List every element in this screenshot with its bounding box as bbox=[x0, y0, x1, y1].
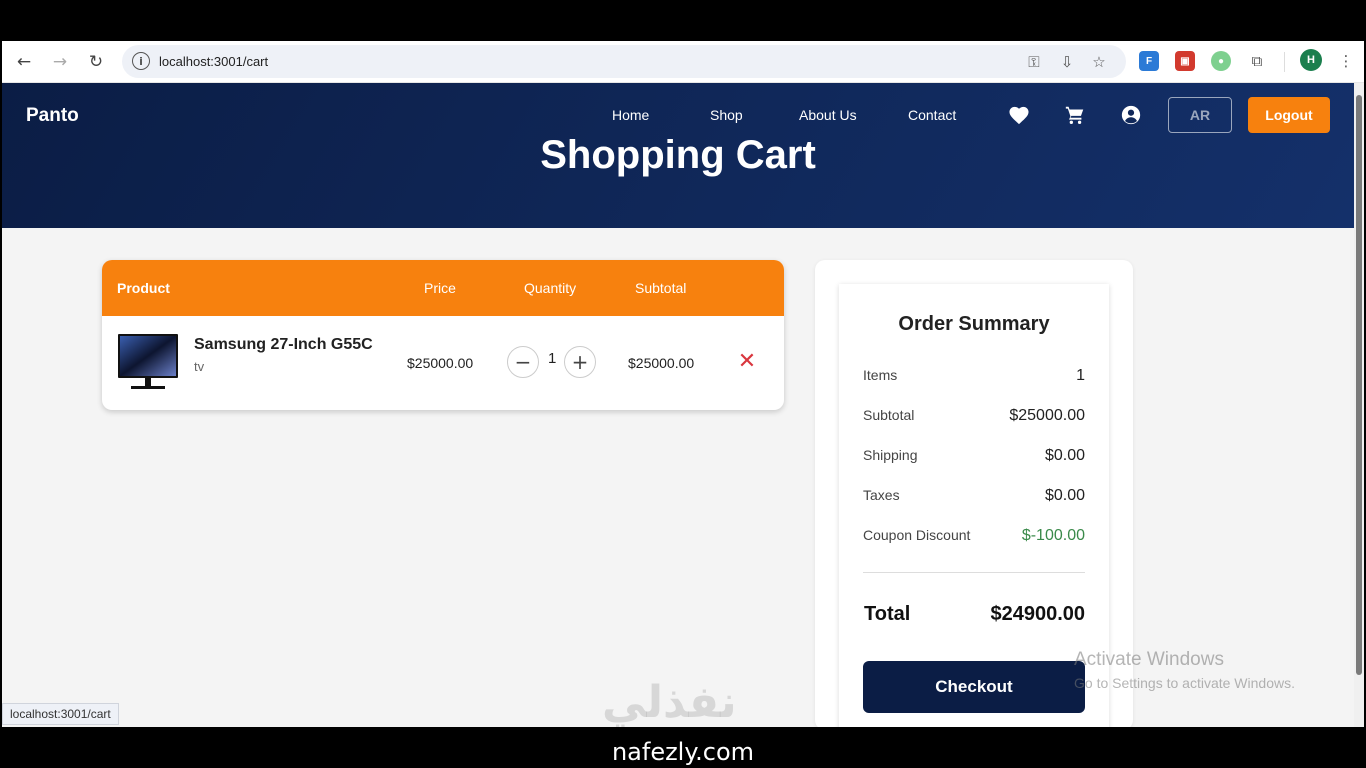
column-subtotal: Subtotal bbox=[635, 280, 687, 296]
nav-home[interactable]: Home bbox=[612, 107, 649, 123]
summary-items-label: Items bbox=[863, 367, 898, 383]
product-image[interactable] bbox=[117, 332, 179, 392]
order-summary-card: Order Summary Items 1 Subtotal $25000.00… bbox=[839, 284, 1109, 727]
summary-items-value: 1 bbox=[1076, 367, 1085, 384]
page-header: Panto Home Shop About Us Contact AR Logo… bbox=[2, 83, 1354, 228]
summary-coupon-label: Coupon Discount bbox=[863, 527, 971, 543]
increase-quantity-button[interactable]: + bbox=[564, 346, 596, 378]
total-value: $24900.00 bbox=[990, 603, 1085, 625]
browser-window: ← → ↻ i localhost:3001/cart ⚿ ⇩ ☆ F ▣ ● … bbox=[2, 41, 1364, 727]
summary-subtotal-value: $25000.00 bbox=[1009, 407, 1085, 424]
summary-shipping-value: $0.00 bbox=[1044, 447, 1085, 464]
product-name[interactable]: Samsung 27-Inch G55C bbox=[194, 336, 373, 354]
column-product: Product bbox=[117, 280, 170, 296]
forward-icon[interactable]: → bbox=[47, 49, 73, 75]
nav-contact[interactable]: Contact bbox=[908, 107, 956, 123]
decrease-quantity-button[interactable]: − bbox=[507, 346, 539, 378]
account-icon[interactable] bbox=[1119, 103, 1143, 127]
profile-avatar[interactable]: H bbox=[1300, 49, 1322, 71]
summary-divider bbox=[863, 572, 1085, 573]
language-button[interactable]: AR bbox=[1168, 97, 1232, 133]
page-title: Shopping Cart bbox=[540, 133, 816, 177]
page-scrollbar[interactable] bbox=[1354, 83, 1364, 727]
cart-table-header: Product Price Quantity Subtotal bbox=[102, 260, 784, 316]
extension-icon[interactable]: F bbox=[1139, 51, 1159, 71]
cart-table: Product Price Quantity Subtotal Samsung … bbox=[102, 260, 784, 410]
windows-activation-title: Activate Windows bbox=[1074, 649, 1224, 670]
column-quantity: Quantity bbox=[524, 280, 577, 296]
browser-toolbar: ← → ↻ i localhost:3001/cart ⚿ ⇩ ☆ F ▣ ● … bbox=[2, 41, 1364, 83]
install-app-icon[interactable]: ⇩ bbox=[1057, 52, 1077, 72]
address-bar[interactable]: i localhost:3001/cart ⚿ ⇩ ☆ bbox=[122, 45, 1126, 78]
summary-title: Order Summary bbox=[898, 313, 1050, 335]
bookmark-star-icon[interactable]: ☆ bbox=[1089, 52, 1109, 72]
summary-shipping-label: Shipping bbox=[863, 447, 918, 463]
scrollbar-thumb[interactable] bbox=[1356, 95, 1362, 675]
extensions-puzzle-icon[interactable]: ⧉ bbox=[1247, 51, 1267, 71]
site-info-icon[interactable]: i bbox=[132, 52, 150, 70]
summary-coupon-value: $-100.00 bbox=[1021, 527, 1085, 544]
windows-activation-subtitle: Go to Settings to activate Windows. bbox=[1074, 675, 1295, 691]
heart-icon[interactable] bbox=[1007, 103, 1031, 127]
video-frame: ← → ↻ i localhost:3001/cart ⚿ ⇩ ☆ F ▣ ● … bbox=[0, 0, 1366, 768]
reload-icon[interactable]: ↻ bbox=[83, 49, 109, 75]
link-status-bar: localhost:3001/cart bbox=[2, 703, 119, 725]
back-icon[interactable]: ← bbox=[11, 49, 37, 75]
toolbar-divider bbox=[1284, 52, 1285, 72]
nav-about[interactable]: About Us bbox=[799, 107, 857, 123]
summary-taxes-label: Taxes bbox=[863, 487, 900, 503]
key-icon[interactable]: ⚿ bbox=[1024, 52, 1044, 72]
brand-logo[interactable]: Panto bbox=[26, 105, 79, 127]
total-label: Total bbox=[864, 603, 911, 625]
summary-subtotal-label: Subtotal bbox=[863, 407, 915, 423]
cart-icon[interactable] bbox=[1063, 103, 1087, 127]
nav-shop[interactable]: Shop bbox=[710, 107, 743, 123]
column-price: Price bbox=[424, 280, 456, 296]
more-menu-icon[interactable]: ⋮ bbox=[1336, 51, 1356, 71]
extension-icon[interactable]: ● bbox=[1211, 51, 1231, 71]
product-subtotal: $25000.00 bbox=[628, 355, 695, 371]
quantity-value: 1 bbox=[548, 350, 557, 367]
footer-brand-watermark: nafezly.com bbox=[611, 738, 755, 766]
product-price: $25000.00 bbox=[407, 355, 474, 371]
windows-activation-watermark: Activate Windows Go to Settings to activ… bbox=[1074, 649, 1295, 691]
logout-button[interactable]: Logout bbox=[1248, 97, 1330, 133]
product-category: tv bbox=[194, 359, 205, 374]
site-watermark-logo: نفذلي bbox=[602, 677, 737, 727]
checkout-button[interactable]: Checkout bbox=[863, 661, 1085, 713]
remove-item-icon[interactable]: ✕ bbox=[736, 349, 758, 374]
summary-taxes-value: $0.00 bbox=[1044, 487, 1085, 504]
extension-icon[interactable]: ▣ bbox=[1175, 51, 1195, 71]
address-url[interactable]: localhost:3001/cart bbox=[159, 54, 268, 69]
